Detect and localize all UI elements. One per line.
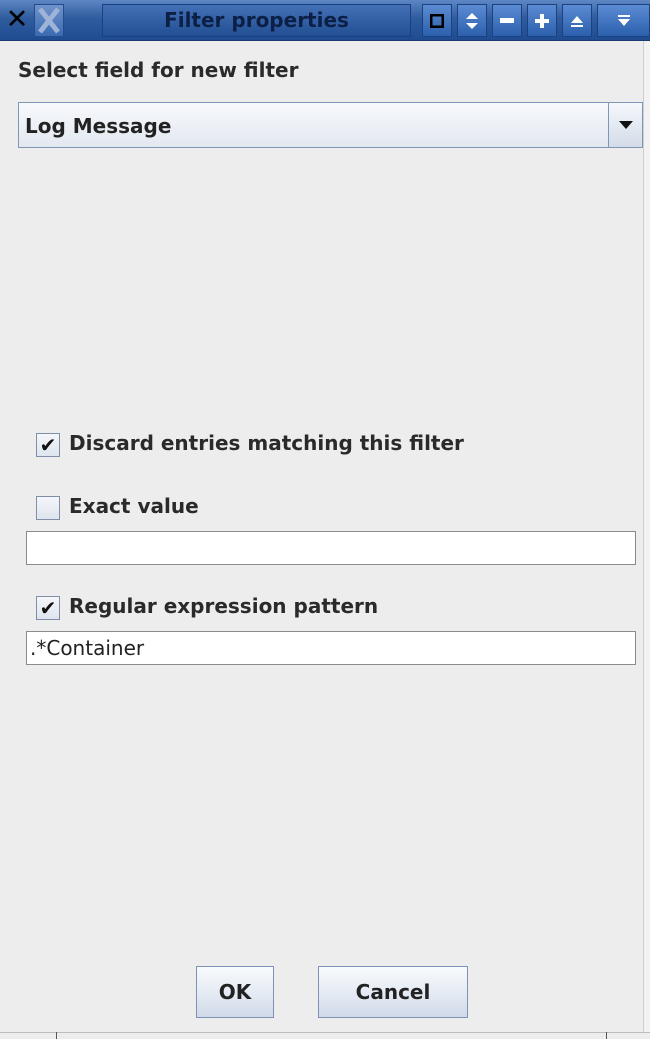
regex-input[interactable]: .*Container — [26, 631, 636, 665]
exact-value-checkbox[interactable] — [36, 496, 60, 520]
discard-checkbox[interactable]: ✔ — [36, 433, 60, 457]
regex-checkbox[interactable]: ✔ — [36, 596, 60, 620]
window-border — [643, 41, 650, 1032]
field-label: Select field for new filter — [18, 58, 299, 82]
field-select[interactable]: Log Message — [18, 102, 643, 148]
exact-value-label: Exact value — [69, 494, 199, 518]
field-select-value: Log Message — [25, 114, 172, 138]
chevron-down-icon[interactable] — [608, 103, 642, 147]
discard-label: Discard entries matching this filter — [69, 431, 464, 455]
shade-icon[interactable] — [457, 4, 487, 37]
check-icon: ✔ — [39, 596, 57, 620]
divider-tick — [606, 1032, 607, 1039]
regex-label: Regular expression pattern — [69, 594, 379, 618]
window-title: Filter properties — [102, 4, 411, 37]
window-titlebar[interactable]: ✕ Filter properties — [0, 0, 650, 41]
divider-tick — [56, 1032, 57, 1039]
restore-icon[interactable] — [422, 4, 452, 37]
maximize-icon[interactable] — [527, 4, 557, 37]
lower-icon[interactable] — [597, 4, 650, 37]
minimize-icon[interactable] — [492, 4, 522, 37]
exact-value-input[interactable] — [26, 531, 636, 565]
app-icon[interactable] — [34, 4, 64, 37]
status-divider — [0, 1032, 650, 1039]
raise-icon[interactable] — [562, 4, 592, 37]
close-icon[interactable]: ✕ — [4, 5, 30, 35]
cancel-button[interactable]: Cancel — [318, 966, 468, 1018]
ok-button[interactable]: OK — [196, 966, 274, 1018]
check-icon: ✔ — [39, 433, 57, 457]
